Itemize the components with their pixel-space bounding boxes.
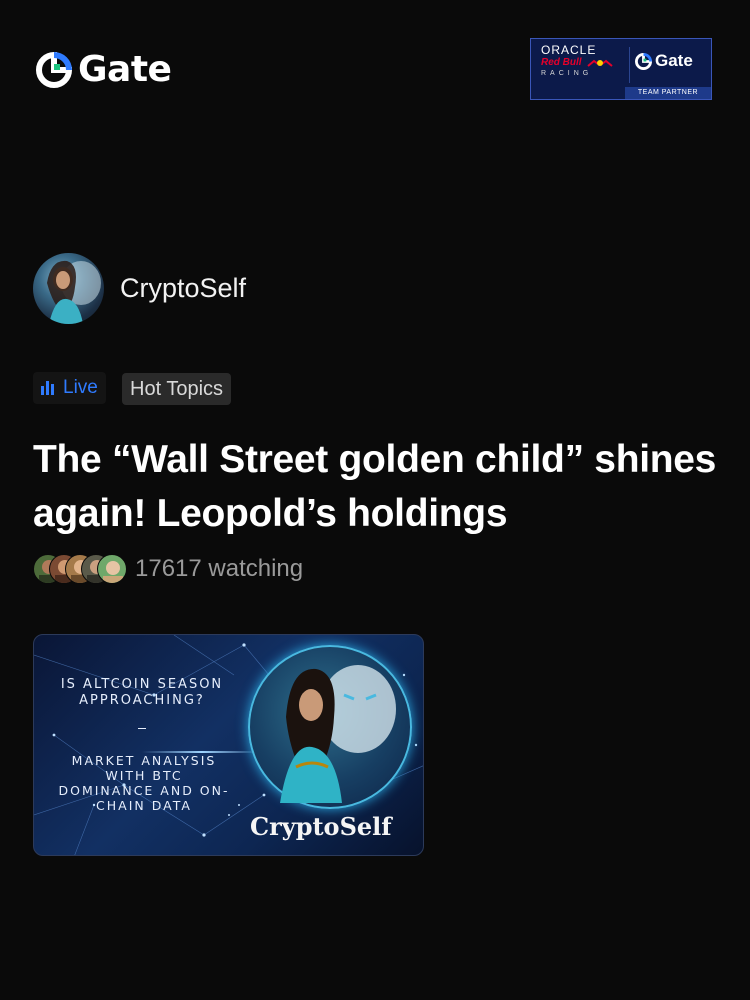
partner-divider <box>629 47 630 83</box>
gate-logo-icon <box>36 52 72 88</box>
watchers-row: 17617 watching <box>33 552 303 586</box>
live-tag[interactable]: Live <box>33 372 106 404</box>
card-portrait-circle <box>248 645 412 809</box>
watcher-avatar <box>97 554 127 584</box>
oracle-text: ORACLE <box>541 43 597 57</box>
gate-small-icon <box>635 52 652 70</box>
redbull-text: Red Bull <box>541 57 629 69</box>
author-avatar[interactable] <box>33 253 104 324</box>
live-bars-icon <box>41 381 54 395</box>
partner-badge[interactable]: ORACLE Red Bull RACING Gate TEAM PARTNER <box>530 38 712 100</box>
card-portrait-illustration <box>280 665 396 803</box>
redbull-label: Red Bull <box>541 57 582 68</box>
live-label: Live <box>63 377 98 398</box>
card-question-text: IS ALTCOIN SEASON APPROACHING? <box>60 677 224 708</box>
team-partner-label: TEAM PARTNER <box>625 87 711 99</box>
racing-text: RACING <box>541 70 593 77</box>
author-name[interactable]: CryptoSelf <box>120 272 246 304</box>
card-brand-text: CryptoSelf <box>250 812 392 841</box>
post-image-card[interactable]: IS ALTCOIN SEASON APPROACHING? MARKET AN… <box>33 634 424 856</box>
gate-logo[interactable]: Gate <box>36 49 172 90</box>
card-analysis-text: MARKET ANALYSIS WITH BTC DOMINANCE AND O… <box>58 753 230 813</box>
logo-text: Gate <box>78 49 172 90</box>
partner-gate-text: Gate <box>655 51 693 70</box>
avatar-illustration <box>47 260 101 324</box>
watcher-avatars <box>33 552 129 586</box>
hot-topics-tag[interactable]: Hot Topics <box>122 373 232 405</box>
watching-count: 17617 watching <box>135 555 304 582</box>
bulls-icon <box>586 59 613 67</box>
card-dash <box>138 728 146 729</box>
partner-gate-logo: Gate <box>635 51 693 71</box>
post-title[interactable]: The “Wall Street golden child” shines ag… <box>33 433 733 541</box>
